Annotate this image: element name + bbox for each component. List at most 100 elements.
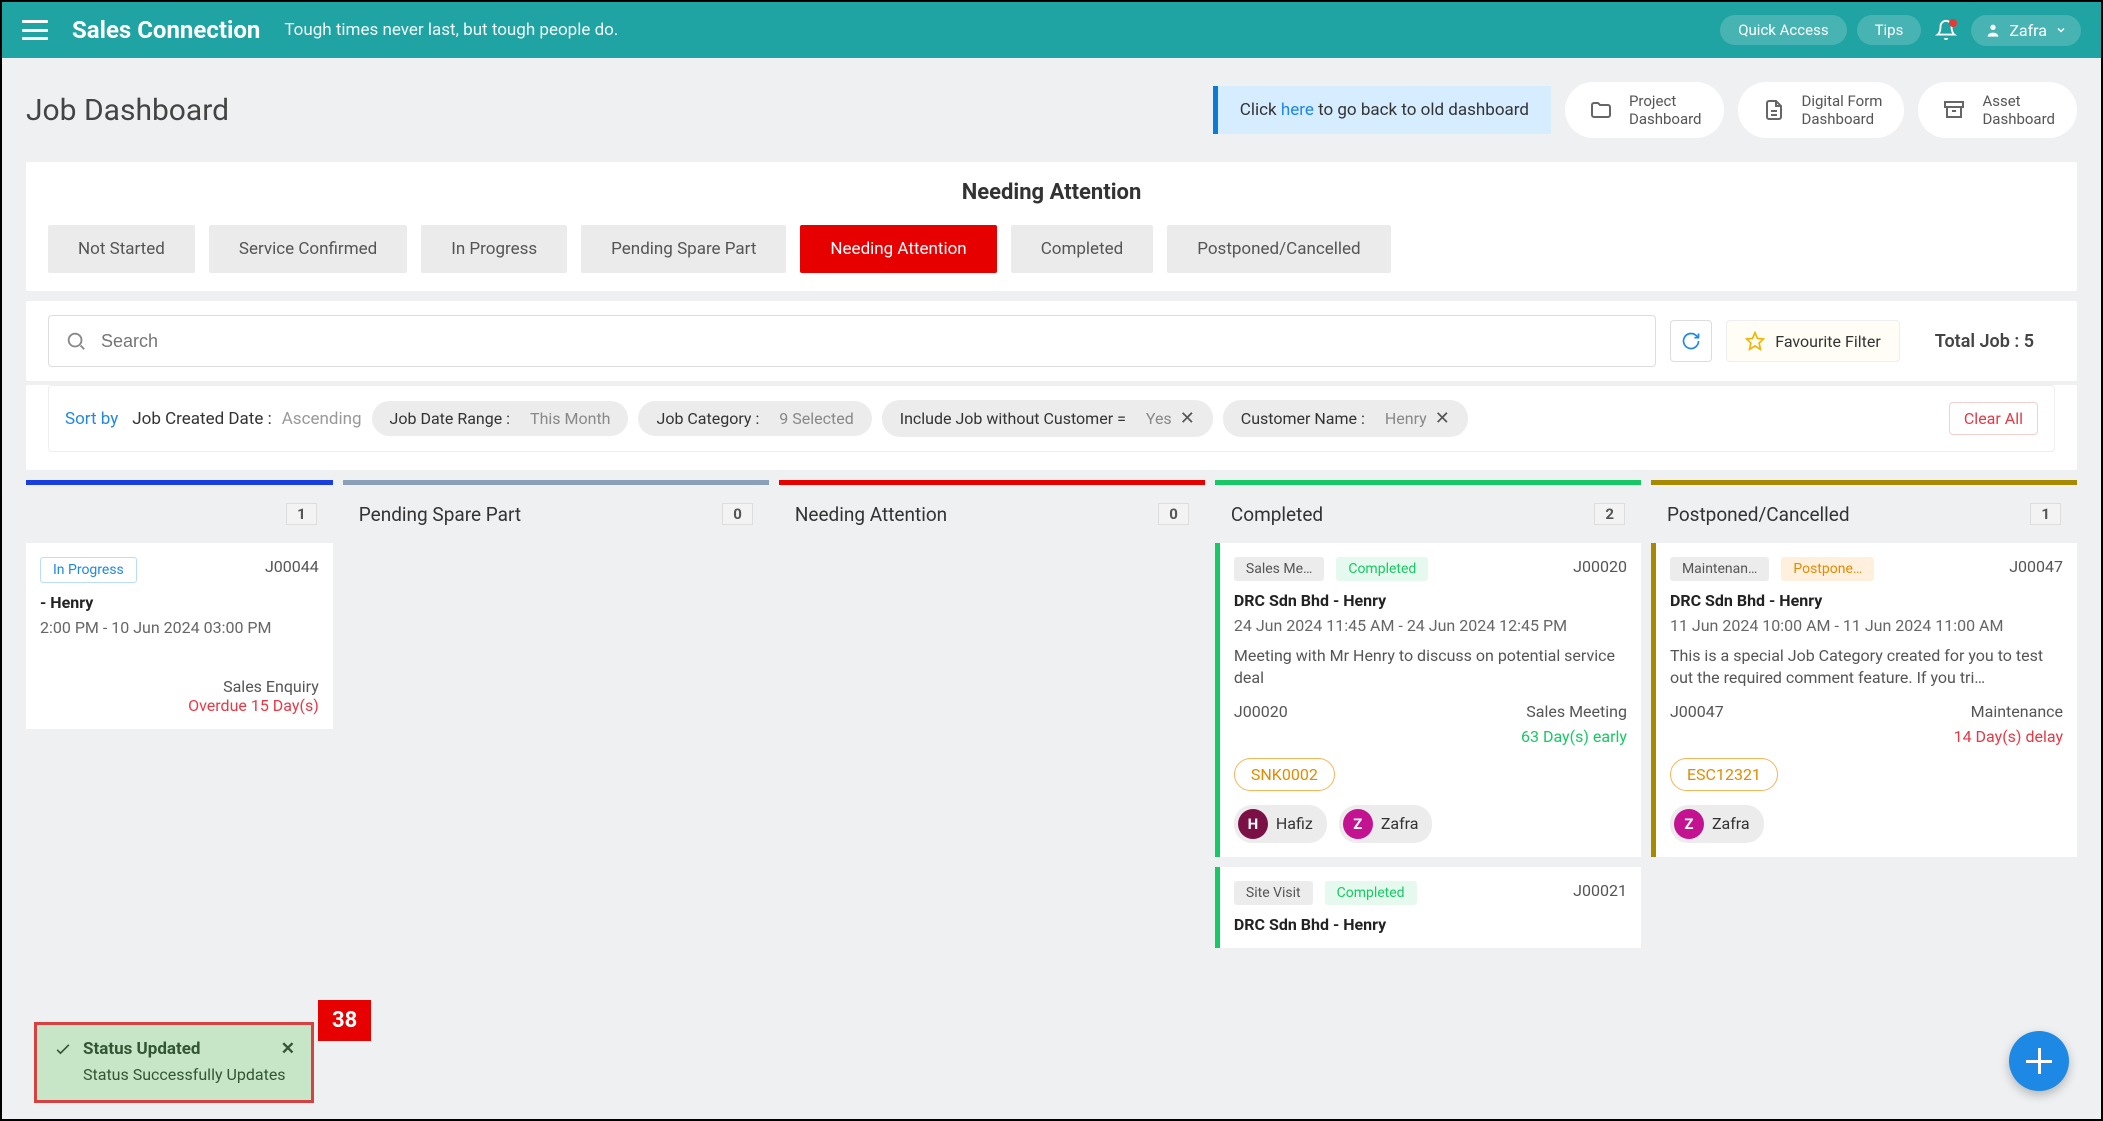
old-dashboard-notice: Click here to go back to old dashboard xyxy=(1213,86,1551,134)
column-count: 0 xyxy=(1158,503,1189,525)
card-desc: Meeting with Mr Henry to discuss on pote… xyxy=(1234,645,1627,690)
avatar-initial: Z xyxy=(1674,809,1704,839)
kanban-column: Needing Attention 0 xyxy=(779,480,1205,958)
card-dates: 2:00 PM - 10 Jun 2024 03:00 PM xyxy=(40,618,319,637)
column-count: 1 xyxy=(286,503,317,525)
card-dates: 24 Jun 2024 11:45 AM - 24 Jun 2024 12:45… xyxy=(1234,616,1627,635)
card-title: - Henry xyxy=(40,593,319,612)
status-tabs-card: Needing Attention Not Started Service Co… xyxy=(26,162,2077,291)
column-header: Needing Attention 0 xyxy=(779,485,1205,543)
category-badge: Site Visit xyxy=(1234,881,1313,905)
job-card[interactable]: Site Visit Completed J00021 DRC Sdn Bhd … xyxy=(1215,867,1641,948)
avatar-initial: H xyxy=(1238,809,1268,839)
user-name: Zafra xyxy=(2009,21,2047,40)
filter-chip-include-without-customer[interactable]: Include Job without Customer = Yes✕ xyxy=(882,400,1213,437)
project-dashboard-button[interactable]: ProjectDashboard xyxy=(1565,82,1724,138)
kanban-column: 1 In Progress J00044 - Henry 2:00 PM - 1… xyxy=(26,480,333,958)
brand-title: Sales Connection xyxy=(72,16,260,44)
kanban-column: Postponed/Cancelled 1 Maintenan… Postpon… xyxy=(1651,480,2077,958)
document-icon xyxy=(1760,96,1788,124)
asset-dashboard-button[interactable]: AssetDashboard xyxy=(1918,82,2077,138)
column-header: Postponed/Cancelled 1 xyxy=(1651,485,2077,543)
search-input[interactable] xyxy=(101,331,1639,352)
column-header: Completed 2 xyxy=(1215,485,1641,543)
section-title: Needing Attention xyxy=(48,180,2055,205)
card-dates: 11 Jun 2024 10:00 AM - 11 Jun 2024 11:00… xyxy=(1670,616,2063,635)
tab-needing-attention[interactable]: Needing Attention xyxy=(800,225,996,273)
digital-form-dashboard-button[interactable]: Digital FormDashboard xyxy=(1738,82,1905,138)
search-card: Favourite Filter Total Job : 5 xyxy=(26,301,2077,381)
page-head: Job Dashboard Click here to go back to o… xyxy=(2,58,2101,152)
user-menu[interactable]: Zafra xyxy=(1971,15,2081,46)
sort-direction[interactable]: Ascending xyxy=(282,409,362,429)
user-icon xyxy=(1985,22,2001,38)
category-badge: Sales Me… xyxy=(1234,557,1324,581)
refresh-icon xyxy=(1681,331,1701,351)
card-foot-left: J00020 xyxy=(1234,702,1288,721)
old-dashboard-link[interactable]: here xyxy=(1281,100,1314,120)
close-icon[interactable]: ✕ xyxy=(1435,408,1450,429)
avatar-initial: Z xyxy=(1343,809,1373,839)
column-count: 2 xyxy=(1594,503,1625,525)
filters-card: Sort by Job Created Date : Ascending Job… xyxy=(26,385,2077,470)
filter-chip-date-range[interactable]: Job Date Range : This Month xyxy=(372,401,629,436)
folder-icon xyxy=(1587,96,1615,124)
job-number: J00044 xyxy=(265,557,319,576)
search-wrap xyxy=(48,315,1656,367)
check-icon xyxy=(53,1039,73,1059)
job-number: J00047 xyxy=(2009,557,2063,576)
tab-pending-spare-part[interactable]: Pending Spare Part xyxy=(581,225,786,273)
refresh-button[interactable] xyxy=(1670,320,1712,362)
card-category: Sales Enquiry xyxy=(40,677,319,696)
toast-title: Status Updated xyxy=(83,1039,201,1059)
status-badge: Postpone… xyxy=(1781,557,1874,581)
avatar: ZZafra xyxy=(1670,805,1764,843)
archive-icon xyxy=(1940,96,1968,124)
tab-service-confirmed[interactable]: Service Confirmed xyxy=(209,225,407,273)
top-bar: Sales Connection Tough times never last,… xyxy=(2,2,2101,58)
search-icon xyxy=(65,330,87,352)
avatar-row: ZZafra xyxy=(1670,805,2063,843)
tab-not-started[interactable]: Not Started xyxy=(48,225,195,273)
status-toast: Status Updated ✕ Status Successfully Upd… xyxy=(34,1022,314,1103)
category-badge: Maintenan… xyxy=(1670,557,1769,581)
quick-access-button[interactable]: Quick Access xyxy=(1720,15,1846,45)
reference-pill: SNK0002 xyxy=(1234,758,1335,791)
card-desc: This is a special Job Category created f… xyxy=(1670,645,2063,690)
filter-chip-job-category[interactable]: Job Category : 9 Selected xyxy=(638,401,871,436)
close-icon[interactable]: ✕ xyxy=(281,1039,295,1059)
card-days: 14 Day(s) delay xyxy=(1670,727,2063,746)
tab-completed[interactable]: Completed xyxy=(1011,225,1154,273)
tab-in-progress[interactable]: In Progress xyxy=(421,225,567,273)
card-foot-right: Sales Meeting xyxy=(1526,702,1627,721)
job-card[interactable]: In Progress J00044 - Henry 2:00 PM - 10 … xyxy=(26,543,333,729)
sort-by-label[interactable]: Sort by xyxy=(65,409,118,429)
status-badge: Completed xyxy=(1325,881,1417,905)
close-icon[interactable]: ✕ xyxy=(1180,408,1195,429)
filter-chip-customer-name[interactable]: Customer Name : Henry✕ xyxy=(1223,400,1468,437)
kanban-column: Pending Spare Part 0 xyxy=(343,480,769,958)
star-icon xyxy=(1745,331,1765,351)
page-title: Job Dashboard xyxy=(26,93,229,128)
hamburger-icon[interactable] xyxy=(22,20,48,40)
add-button[interactable] xyxy=(2009,1031,2069,1091)
favourite-filter-button[interactable]: Favourite Filter xyxy=(1726,320,1900,362)
kanban-board: 1 In Progress J00044 - Henry 2:00 PM - 1… xyxy=(2,480,2101,958)
job-card[interactable]: Sales Me… Completed J00020 DRC Sdn Bhd -… xyxy=(1215,543,1641,857)
status-badge: Completed xyxy=(1336,557,1428,581)
tabs-row: Not Started Service Confirmed In Progres… xyxy=(48,225,2055,273)
tagline-text: Tough times never last, but tough people… xyxy=(284,20,618,40)
tab-postponed-cancelled[interactable]: Postponed/Cancelled xyxy=(1167,225,1390,273)
job-card[interactable]: Maintenan… Postpone… J00047 DRC Sdn Bhd … xyxy=(1651,543,2077,857)
total-job-count: Total Job : 5 xyxy=(1914,318,2055,365)
avatar: HHafiz xyxy=(1234,805,1327,843)
tips-button[interactable]: Tips xyxy=(1857,15,1922,45)
column-count: 0 xyxy=(722,503,753,525)
filters-row: Sort by Job Created Date : Ascending Job… xyxy=(48,385,2055,452)
card-foot-left: J00047 xyxy=(1670,702,1724,721)
avatar-row: HHafiz ZZafra xyxy=(1234,805,1627,843)
clear-all-button[interactable]: Clear All xyxy=(1949,402,2038,435)
notifications-button[interactable] xyxy=(1931,15,1961,45)
red-count-badge: 38 xyxy=(318,1000,371,1041)
job-number: J00020 xyxy=(1573,557,1627,576)
